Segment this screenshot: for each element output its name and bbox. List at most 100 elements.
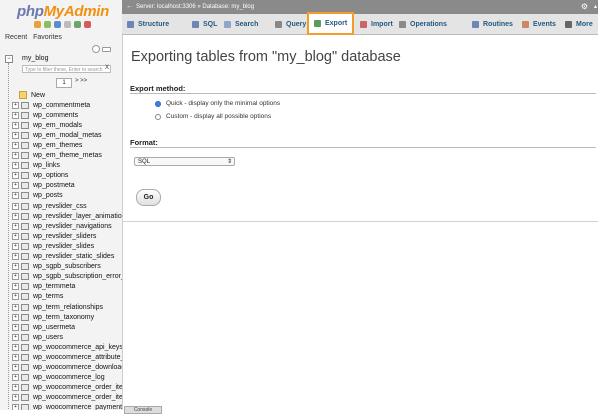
table-item[interactable]: + wp_em_modals <box>12 120 122 130</box>
expand-icon[interactable]: + <box>12 313 19 321</box>
table-icon[interactable] <box>21 172 29 180</box>
table-icon[interactable] <box>21 253 29 261</box>
tab-events[interactable]: Events <box>517 14 561 34</box>
reload-icon[interactable] <box>84 21 91 28</box>
table-item[interactable]: + wp_woocommerce_attribute_ <box>12 352 122 362</box>
expand-icon[interactable]: + <box>12 131 19 139</box>
table-item[interactable]: + wp_woocommerce_download <box>12 363 122 373</box>
table-item[interactable]: + wp_woocommerce_order_iter <box>12 383 122 393</box>
table-label[interactable]: wp_em_modal_metas <box>33 132 101 139</box>
radio-quick[interactable]: Quick - display only the minimal options <box>155 100 280 107</box>
table-item[interactable]: + wp_em_theme_metas <box>12 151 122 161</box>
table-label[interactable]: wp_revslider_slides <box>33 243 94 250</box>
table-label[interactable]: wp_woocommerce_order_iter <box>33 394 122 401</box>
back-arrow-icon[interactable]: ← <box>126 0 133 14</box>
expand-icon[interactable]: + <box>12 303 19 311</box>
exit-icon[interactable] <box>44 21 51 28</box>
table-item[interactable]: + wp_woocommerce_api_keys <box>12 342 122 352</box>
table-label[interactable]: wp_sgpb_subscription_error_ <box>33 273 122 280</box>
table-icon[interactable] <box>21 142 29 150</box>
expand-icon[interactable]: + <box>12 293 19 301</box>
table-icon[interactable] <box>21 232 29 240</box>
tab-routines[interactable]: Routines <box>467 14 518 34</box>
table-item[interactable]: + wp_em_modal_metas <box>12 130 122 140</box>
table-item[interactable]: + wp_em_themes <box>12 140 122 150</box>
table-item[interactable]: + wp_comments <box>12 110 122 120</box>
tab-more[interactable]: More <box>560 14 598 34</box>
table-item[interactable]: + wp_revslider_css <box>12 201 122 211</box>
table-icon[interactable] <box>21 202 29 210</box>
table-item[interactable]: + wp_revslider_layer_animation <box>12 211 122 221</box>
database-name[interactable]: my_blog <box>22 55 48 62</box>
table-icon[interactable] <box>21 364 29 372</box>
table-item[interactable]: + wp_postmeta <box>12 181 122 191</box>
table-item[interactable]: + wp_term_relationships <box>12 302 122 312</box>
table-icon[interactable] <box>21 131 29 139</box>
table-label[interactable]: wp_woocommerce_api_keys <box>33 344 122 351</box>
table-label[interactable]: wp_term_relationships <box>33 304 103 311</box>
table-item[interactable]: + wp_revslider_navigations <box>12 221 122 231</box>
table-label[interactable]: wp_options <box>33 172 68 179</box>
radio-custom[interactable]: Custom - display all possible options <box>155 113 271 120</box>
expand-icon[interactable]: + <box>12 212 19 220</box>
home-icon[interactable] <box>34 21 41 28</box>
tab-operations[interactable]: Operations <box>394 14 452 34</box>
table-item[interactable]: + wp_revslider_static_slides <box>12 252 122 262</box>
expand-icon[interactable]: + <box>12 283 19 291</box>
tab-sql[interactable]: SQL <box>187 14 222 34</box>
radio-quick-icon[interactable] <box>155 100 161 107</box>
console-toggle[interactable]: Console <box>124 406 162 414</box>
table-icon[interactable] <box>21 111 29 119</box>
table-label[interactable]: wp_woocommerce_payment_ <box>33 404 122 410</box>
database-crumb[interactable]: Database: my_blog <box>202 4 254 10</box>
table-label[interactable]: wp_revslider_navigations <box>33 223 112 230</box>
link-icon[interactable] <box>102 47 111 52</box>
expand-icon[interactable]: + <box>12 242 19 250</box>
tab-search[interactable]: Search <box>219 14 263 34</box>
expand-icon[interactable]: + <box>12 232 19 240</box>
tab-export[interactable]: Export <box>307 12 355 35</box>
collapse-icon[interactable]: ▴ <box>594 0 597 14</box>
expand-icon[interactable]: + <box>12 353 19 361</box>
new-icon[interactable] <box>19 91 27 100</box>
table-item[interactable]: + wp_sgpb_subscription_error_ <box>12 272 122 282</box>
table-item[interactable]: + wp_revslider_slides <box>12 241 122 251</box>
table-label[interactable]: wp_em_modals <box>33 122 82 129</box>
table-item[interactable]: + wp_terms <box>12 292 122 302</box>
table-item[interactable]: + wp_woocommerce_order_iter <box>12 393 122 403</box>
expand-icon[interactable]: + <box>12 263 19 271</box>
table-icon[interactable] <box>21 222 29 230</box>
expand-icon[interactable]: + <box>12 374 19 382</box>
page-select[interactable]: 1 <box>56 78 72 88</box>
go-button[interactable]: Go <box>136 189 161 206</box>
table-label[interactable]: wp_woocommerce_order_iter <box>33 384 122 391</box>
collapse-all-icon[interactable] <box>92 45 100 53</box>
table-label[interactable]: wp_revslider_sliders <box>33 233 96 240</box>
table-label[interactable]: wp_sgpb_subscribers <box>33 263 101 270</box>
table-icon[interactable] <box>21 333 29 341</box>
table-label[interactable]: wp_woocommerce_attribute_ <box>33 354 122 361</box>
table-label[interactable]: wp_revslider_static_slides <box>33 253 114 260</box>
table-item[interactable]: + wp_usermeta <box>12 322 122 332</box>
expand-icon[interactable]: + <box>12 404 19 410</box>
settings-icon[interactable] <box>74 21 81 28</box>
expand-icon[interactable]: + <box>12 101 19 109</box>
table-icon[interactable] <box>21 394 29 402</box>
tab-query[interactable]: Query <box>270 14 311 34</box>
expand-icon[interactable]: + <box>12 273 19 281</box>
table-item[interactable]: + wp_revslider_sliders <box>12 231 122 241</box>
expand-icon[interactable]: + <box>12 182 19 190</box>
table-icon[interactable] <box>21 353 29 361</box>
expand-icon[interactable]: + <box>12 222 19 230</box>
table-item[interactable]: + wp_sgpb_subscribers <box>12 262 122 272</box>
table-icon[interactable] <box>21 323 29 331</box>
expand-icon[interactable]: + <box>12 162 19 170</box>
table-icon[interactable] <box>21 343 29 351</box>
expand-icon[interactable]: + <box>12 172 19 180</box>
pager-next[interactable]: > >> <box>75 78 87 84</box>
table-label[interactable]: wp_term_taxonomy <box>33 314 94 321</box>
expand-icon[interactable]: + <box>12 323 19 331</box>
table-label[interactable]: wp_woocommerce_download <box>33 364 122 371</box>
table-item[interactable]: + wp_term_taxonomy <box>12 312 122 322</box>
table-icon[interactable] <box>21 152 29 160</box>
